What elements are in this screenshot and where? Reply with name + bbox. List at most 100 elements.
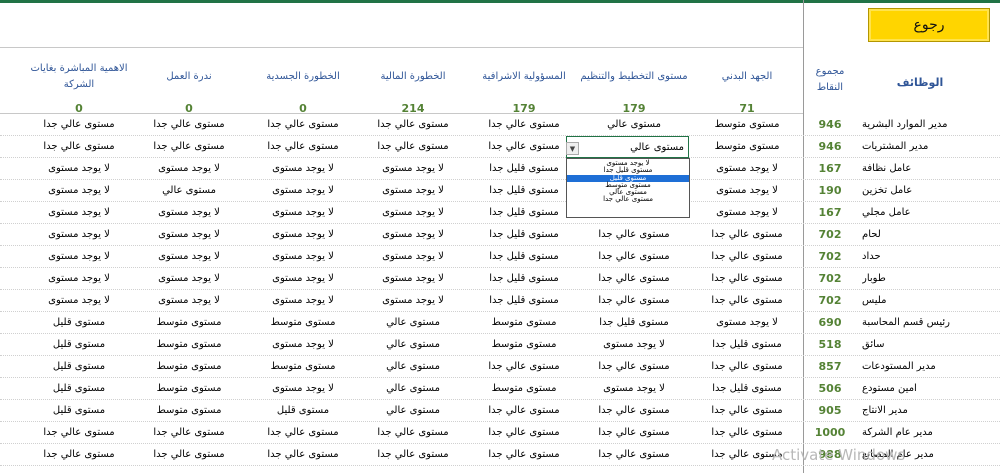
- level-cell[interactable]: مستوى متوسط: [249, 312, 357, 333]
- level-cell[interactable]: مستوى عالي جدا: [249, 114, 357, 135]
- job-title-cell[interactable]: مدير الموارد البشرية: [862, 114, 1000, 135]
- level-cell[interactable]: مستوى عالي: [135, 180, 243, 201]
- level-cell[interactable]: لا يوجد مستوى: [25, 158, 133, 179]
- level-cell[interactable]: مستوى متوسط: [135, 378, 243, 399]
- level-cell[interactable]: مستوى عالي جدا: [580, 400, 688, 421]
- level-cell[interactable]: مستوى متوسط: [470, 312, 578, 333]
- job-title-cell[interactable]: مدير المستودعات: [862, 356, 1000, 377]
- job-title-cell[interactable]: حداد: [862, 246, 1000, 267]
- level-cell[interactable]: مستوى قليل: [249, 400, 357, 421]
- level-cell[interactable]: مستوى قليل جدا: [470, 202, 578, 223]
- level-cell[interactable]: لا يوجد مستوى: [135, 246, 243, 267]
- level-cell[interactable]: مستوى متوسط: [470, 334, 578, 355]
- level-cell[interactable]: مستوى قليل جدا: [470, 290, 578, 311]
- level-cell[interactable]: مستوى عالي جدا: [470, 444, 578, 465]
- level-cell[interactable]: مستوى عالي جدا: [470, 136, 578, 157]
- level-cell[interactable]: لا يوجد مستوى: [580, 378, 688, 399]
- job-title-cell[interactable]: عامل نظافة: [862, 158, 1000, 179]
- level-cell[interactable]: لا يوجد مستوى: [249, 180, 357, 201]
- level-cell[interactable]: مستوى عالي جدا: [249, 136, 357, 157]
- level-cell[interactable]: مستوى عالي جدا: [25, 444, 133, 465]
- level-cell[interactable]: لا يوجد مستوى: [25, 246, 133, 267]
- level-cell[interactable]: مستوى قليل جدا: [470, 268, 578, 289]
- level-cell[interactable]: مستوى عالي: [359, 356, 467, 377]
- level-cell[interactable]: مستوى قليل: [25, 356, 133, 377]
- level-cell[interactable]: لا يوجد مستوى: [359, 268, 467, 289]
- job-title-cell[interactable]: مدير عام الشركة: [862, 422, 1000, 443]
- level-cell[interactable]: مستوى عالي جدا: [470, 114, 578, 135]
- level-cell[interactable]: مستوى متوسط: [135, 356, 243, 377]
- level-cell[interactable]: لا يوجد مستوى: [135, 290, 243, 311]
- level-cell[interactable]: لا يوجد مستوى: [25, 268, 133, 289]
- job-title-cell[interactable]: مدير الانتاج: [862, 400, 1000, 421]
- level-cell[interactable]: مستوى قليل: [25, 400, 133, 421]
- level-cell[interactable]: مستوى عالي جدا: [135, 444, 243, 465]
- level-cell[interactable]: لا يوجد مستوى: [25, 290, 133, 311]
- level-cell[interactable]: مستوى قليل جدا: [470, 180, 578, 201]
- level-cell[interactable]: مستوى عالي جدا: [25, 422, 133, 443]
- level-cell[interactable]: مستوى عالي جدا: [580, 290, 688, 311]
- level-cell[interactable]: مستوى عالي: [359, 334, 467, 355]
- level-cell[interactable]: مستوى عالي جدا: [25, 136, 133, 157]
- level-cell[interactable]: لا يوجد مستوى: [693, 180, 801, 201]
- level-cell[interactable]: مستوى عالي جدا: [135, 136, 243, 157]
- level-cell[interactable]: مستوى عالي جدا: [249, 422, 357, 443]
- level-cell[interactable]: مستوى عالي جدا: [580, 224, 688, 245]
- job-title-cell[interactable]: طوبار: [862, 268, 1000, 289]
- level-cell[interactable]: لا يوجد مستوى: [135, 268, 243, 289]
- job-title-cell[interactable]: مليس: [862, 290, 1000, 311]
- job-title-cell[interactable]: مدير المشتريات: [862, 136, 1000, 157]
- level-cell[interactable]: مستوى عالي جدا: [359, 444, 467, 465]
- job-title-cell[interactable]: عامل مجلي: [862, 202, 1000, 223]
- level-cell[interactable]: مستوى عالي جدا: [580, 444, 688, 465]
- level-cell[interactable]: مستوى متوسط: [135, 334, 243, 355]
- level-cell[interactable]: مستوى قليل: [25, 334, 133, 355]
- level-cell[interactable]: مستوى قليل جدا: [693, 378, 801, 399]
- job-title-cell[interactable]: سائق: [862, 334, 1000, 355]
- level-cell[interactable]: مستوى متوسط: [135, 312, 243, 333]
- level-cell[interactable]: مستوى متوسط: [470, 378, 578, 399]
- dropdown-option[interactable]: مستوى عالي جدا: [567, 196, 689, 204]
- chevron-down-icon[interactable]: ▼: [566, 142, 579, 155]
- level-cell[interactable]: مستوى متوسط: [249, 356, 357, 377]
- level-cell[interactable]: مستوى عالي جدا: [693, 246, 801, 267]
- level-cell[interactable]: لا يوجد مستوى: [693, 158, 801, 179]
- job-title-cell[interactable]: لحام: [862, 224, 1000, 245]
- level-cell[interactable]: مستوى عالي جدا: [135, 114, 243, 135]
- level-cell[interactable]: مستوى عالي جدا: [135, 422, 243, 443]
- level-cell[interactable]: مستوى عالي جدا: [693, 356, 801, 377]
- level-cell[interactable]: مستوى عالي جدا: [580, 422, 688, 443]
- level-cell[interactable]: مستوى عالي جدا: [693, 400, 801, 421]
- level-cell[interactable]: مستوى عالي جدا: [25, 114, 133, 135]
- level-cell[interactable]: لا يوجد مستوى: [135, 224, 243, 245]
- level-cell[interactable]: لا يوجد مستوى: [249, 290, 357, 311]
- level-cell[interactable]: لا يوجد مستوى: [25, 202, 133, 223]
- level-cell[interactable]: لا يوجد مستوى: [249, 202, 357, 223]
- level-cell[interactable]: لا يوجد مستوى: [249, 268, 357, 289]
- level-cell[interactable]: لا يوجد مستوى: [135, 202, 243, 223]
- level-cell[interactable]: لا يوجد مستوى: [359, 180, 467, 201]
- level-cell[interactable]: مستوى عالي جدا: [470, 422, 578, 443]
- job-title-cell[interactable]: عامل تخزين: [862, 180, 1000, 201]
- level-cell[interactable]: مستوى متوسط: [693, 136, 801, 157]
- level-cell[interactable]: مستوى عالي: [359, 312, 467, 333]
- level-cell[interactable]: مستوى قليل جدا: [470, 246, 578, 267]
- level-cell[interactable]: مستوى عالي: [359, 378, 467, 399]
- level-cell[interactable]: لا يوجد مستوى: [693, 312, 801, 333]
- level-cell[interactable]: مستوى عالي جدا: [359, 114, 467, 135]
- level-cell[interactable]: مستوى متوسط: [693, 114, 801, 135]
- level-cell[interactable]: لا يوجد مستوى: [25, 180, 133, 201]
- level-cell[interactable]: مستوى متوسط: [135, 400, 243, 421]
- level-cell[interactable]: لا يوجد مستوى: [249, 246, 357, 267]
- level-cell[interactable]: مستوى عالي جدا: [693, 422, 801, 443]
- job-title-cell[interactable]: رئيس قسم المحاسبة: [862, 312, 1000, 333]
- level-cell[interactable]: مستوى عالي: [580, 114, 688, 135]
- level-cell[interactable]: لا يوجد مستوى: [249, 224, 357, 245]
- level-cell[interactable]: مستوى عالي جدا: [693, 224, 801, 245]
- level-dropdown[interactable]: مستوى عالي ▼: [566, 136, 689, 158]
- level-cell[interactable]: لا يوجد مستوى: [359, 246, 467, 267]
- level-cell[interactable]: لا يوجد مستوى: [359, 290, 467, 311]
- level-cell[interactable]: لا يوجد مستوى: [249, 158, 357, 179]
- level-cell[interactable]: مستوى عالي جدا: [359, 136, 467, 157]
- level-cell[interactable]: مستوى عالي جدا: [580, 246, 688, 267]
